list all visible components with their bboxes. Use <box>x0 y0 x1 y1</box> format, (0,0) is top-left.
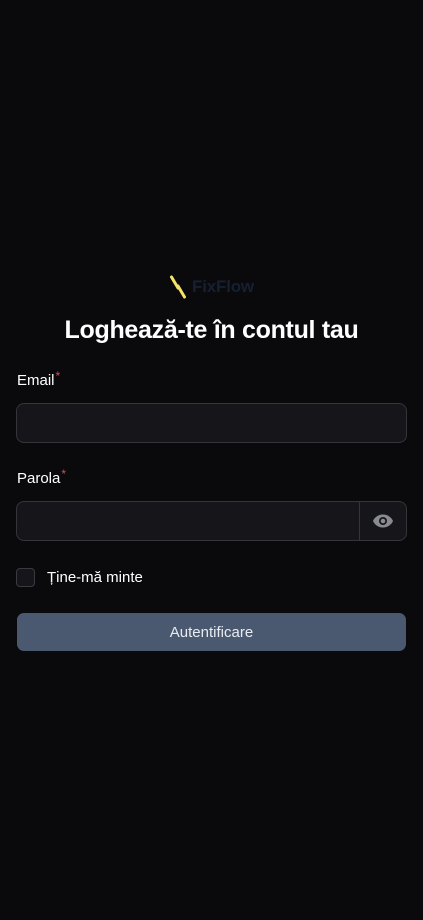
remember-me-row: Ține-mă minte <box>16 567 407 587</box>
email-label: Email* <box>16 369 407 391</box>
brand-name: FixFlow <box>192 277 254 296</box>
required-mark: * <box>55 369 61 383</box>
password-visibility-toggle[interactable] <box>359 502 406 540</box>
email-field[interactable] <box>17 404 406 442</box>
password-field-wrapper <box>16 501 407 541</box>
remember-me-checkbox[interactable] <box>16 567 35 587</box>
login-card: FixFlow Loghează-te în contul tau Email*… <box>16 272 407 651</box>
password-label-text: Parola <box>17 470 61 487</box>
password-field[interactable] <box>17 502 359 540</box>
password-label: Parola* <box>16 467 407 489</box>
login-page: FixFlow Loghează-te în contul tau Email*… <box>0 0 423 920</box>
email-label-text: Email <box>17 372 55 389</box>
eye-icon <box>373 514 393 528</box>
brand-logo: FixFlow <box>16 272 407 302</box>
remember-me-label[interactable]: Ține-mă minte <box>47 569 143 586</box>
required-mark: * <box>61 467 67 481</box>
login-button[interactable]: Autentificare <box>17 613 406 651</box>
page-title: Loghează-te în contul tau <box>64 316 359 344</box>
email-field-wrapper <box>16 403 407 443</box>
slash-bolt-icon <box>170 275 187 299</box>
